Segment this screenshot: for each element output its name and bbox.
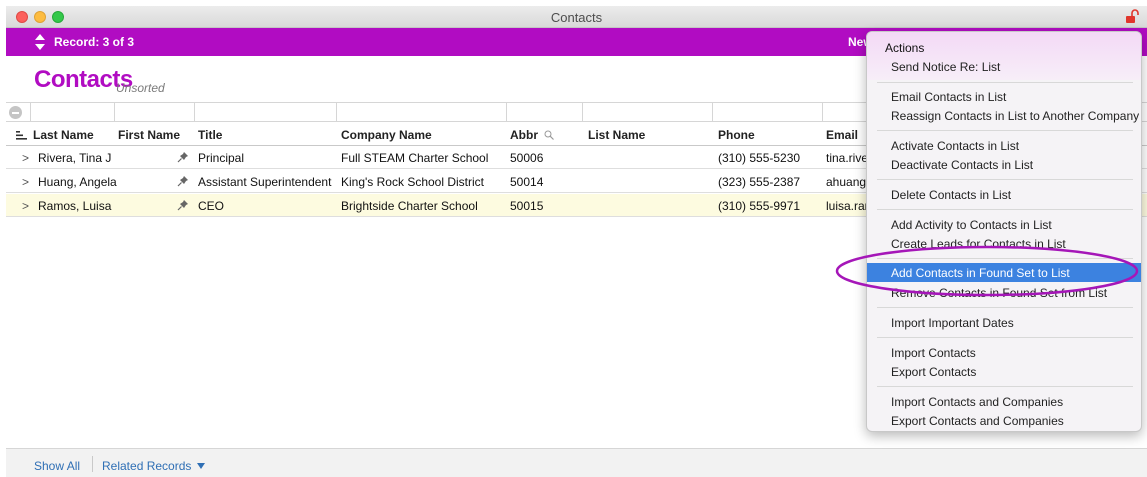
related-records-label: Related Records (102, 459, 192, 473)
menu-item-send-notice[interactable]: Send Notice Re: List (891, 60, 1000, 74)
column-header-abbr[interactable]: Abbr (510, 128, 554, 142)
menu-item-delete-contacts[interactable]: Delete Contacts in List (891, 188, 1011, 202)
cell-abbr: 50015 (510, 199, 544, 213)
chevron-right-icon[interactable]: > (22, 151, 29, 165)
cell-company-name: King's Rock School District (341, 175, 485, 189)
cell-phone: (323) 555-2387 (718, 175, 801, 189)
column-header-title[interactable]: Title (198, 128, 222, 142)
menu-item-add-activity[interactable]: Add Activity to Contacts in List (891, 218, 1052, 232)
menu-item-export-contacts[interactable]: Export Contacts (891, 365, 976, 379)
menu-item-import-contacts[interactable]: Import Contacts (891, 346, 976, 360)
window-title: Contacts (550, 10, 603, 25)
menu-separator (877, 337, 1133, 338)
menu-item-remove-contacts-from-list[interactable]: Remove Contacts in Found Set from List (891, 286, 1107, 300)
cell-phone: (310) 555-5230 (718, 151, 801, 165)
pin-icon[interactable] (177, 151, 189, 163)
filter-phone[interactable] (712, 103, 822, 122)
filter-title[interactable] (194, 103, 336, 122)
menu-item-import-contacts-and-companies[interactable]: Import Contacts and Companies (891, 395, 1063, 409)
window-titlebar: Contacts (6, 6, 1147, 28)
menu-item-activate-contacts[interactable]: Activate Contacts in List (891, 139, 1019, 153)
unlock-icon[interactable] (1125, 9, 1139, 24)
filter-list-name[interactable] (582, 103, 712, 122)
cell-email: luisa.ran (826, 199, 872, 213)
menu-item-create-leads[interactable]: Create Leads for Contacts in List (891, 237, 1066, 251)
column-header-email[interactable]: Email (826, 128, 858, 142)
column-header-abbr-label: Abbr (510, 128, 538, 142)
actions-menu: Actions Send Notice Re: List Email Conta… (866, 31, 1142, 432)
sort-icon[interactable] (16, 131, 27, 140)
cell-company-name: Full STEAM Charter School (341, 151, 489, 165)
show-all-button[interactable]: Show All (34, 459, 80, 473)
menu-separator (877, 209, 1133, 210)
cell-email: ahuang (826, 175, 867, 189)
menu-item-deactivate-contacts[interactable]: Deactivate Contacts in List (891, 158, 1033, 172)
menu-separator (877, 179, 1133, 180)
menu-item-email-contacts[interactable]: Email Contacts in List (891, 90, 1006, 104)
pin-icon[interactable] (177, 175, 189, 187)
menu-header: Actions (885, 41, 925, 55)
footer-divider (92, 456, 93, 472)
record-counter: Record: 3 of 3 (54, 35, 135, 49)
chevron-right-icon[interactable]: > (22, 175, 29, 189)
column-header-list-name[interactable]: List Name (588, 128, 645, 142)
sort-status: Unsorted (116, 81, 165, 95)
cell-company-name: Brightside Charter School (341, 199, 478, 213)
column-header-phone[interactable]: Phone (718, 128, 755, 142)
clear-filter-icon[interactable] (9, 106, 22, 119)
footer-bar: Show All Related Records (6, 448, 1147, 477)
cell-last-name: Rivera, Tina J (38, 151, 112, 165)
related-records-dropdown[interactable]: Related Records (102, 459, 206, 473)
menu-item-import-important-dates[interactable]: Import Important Dates (891, 316, 1014, 330)
filter-first-name[interactable] (114, 103, 194, 122)
menu-separator (877, 82, 1133, 83)
menu-separator (877, 258, 1133, 259)
menu-separator (877, 386, 1133, 387)
cell-title: Assistant Superintendent (198, 175, 332, 189)
cell-abbr: 50014 (510, 175, 544, 189)
search-icon[interactable] (544, 130, 554, 140)
filter-abbr[interactable] (506, 103, 582, 122)
triangle-down-icon (197, 463, 206, 469)
record-navigator-icon[interactable] (34, 33, 46, 51)
menu-separator (877, 307, 1133, 308)
chevron-right-icon[interactable]: > (22, 199, 29, 213)
column-header-first-name[interactable]: First Name (118, 128, 180, 142)
menu-separator (877, 130, 1133, 131)
cell-email: tina.rive (826, 151, 869, 165)
column-header-last-name[interactable]: Last Name (33, 128, 94, 142)
cell-title: CEO (198, 199, 225, 213)
column-header-company-name[interactable]: Company Name (341, 128, 432, 142)
menu-item-reassign-contacts[interactable]: Reassign Contacts in List to Another Com… (891, 109, 1139, 123)
cell-phone: (310) 555-9971 (718, 199, 801, 213)
filter-email[interactable] (822, 103, 872, 122)
cell-last-name: Ramos, Luisa (38, 199, 112, 213)
menu-item-add-contacts-to-list[interactable]: Add Contacts in Found Set to List (891, 266, 1070, 280)
cell-abbr: 50006 (510, 151, 544, 165)
filter-company-name[interactable] (336, 103, 506, 122)
pin-icon[interactable] (177, 199, 189, 211)
cell-title: Principal (198, 151, 245, 165)
filter-last-name[interactable] (30, 103, 114, 122)
menu-item-export-contacts-and-companies[interactable]: Export Contacts and Companies (891, 414, 1064, 428)
cell-last-name: Huang, Angela (38, 175, 117, 189)
